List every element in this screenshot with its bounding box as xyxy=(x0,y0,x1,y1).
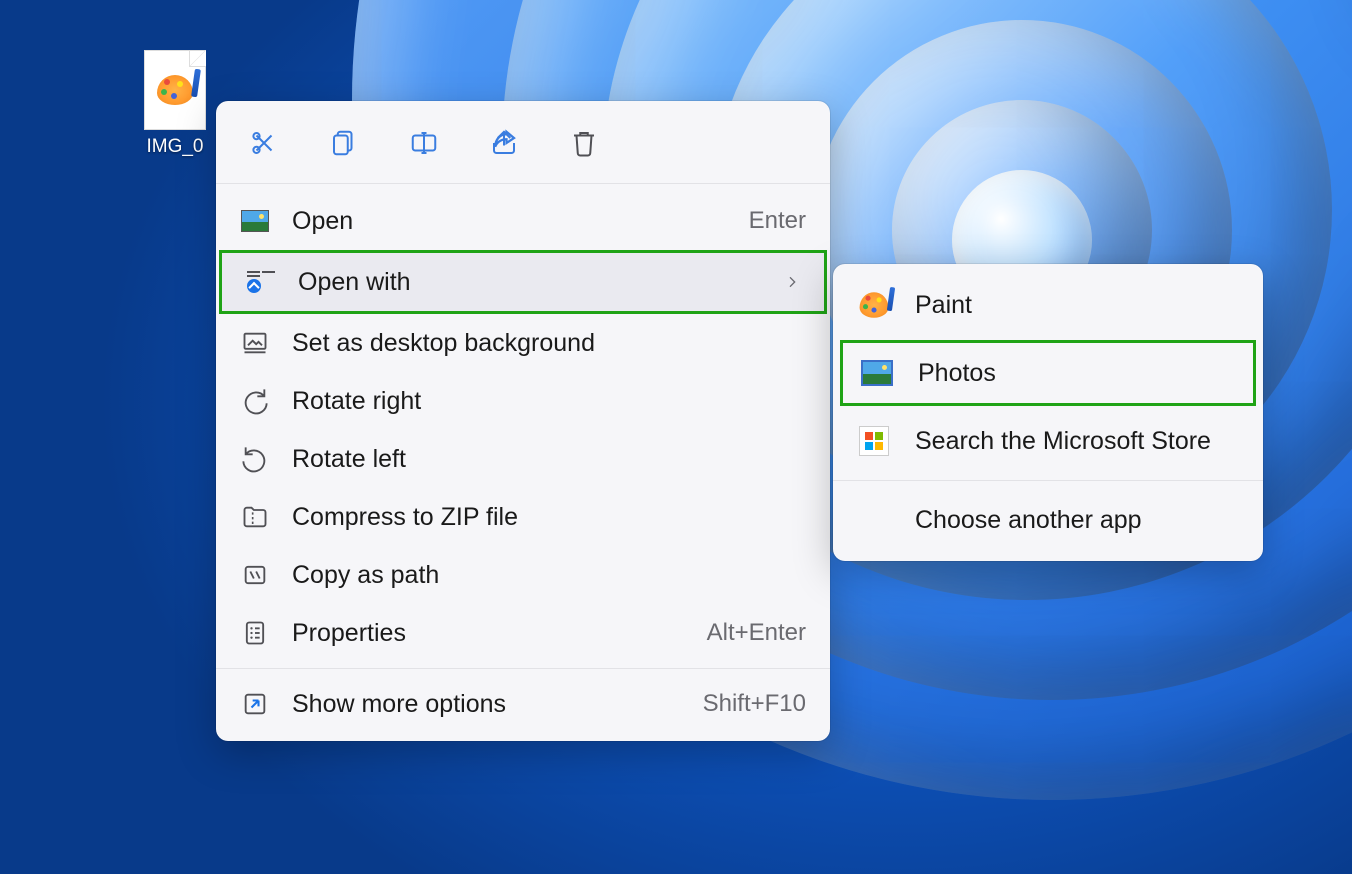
paint-app-icon xyxy=(857,288,891,322)
rotate-left-icon xyxy=(240,444,270,474)
open-with-icon xyxy=(246,267,276,297)
menu-open[interactable]: Open Enter xyxy=(216,192,830,250)
menu-open-with-label: Open with xyxy=(298,268,762,297)
copy-path-icon xyxy=(240,560,270,590)
rotate-right-icon xyxy=(240,386,270,416)
rename-icon xyxy=(409,128,439,158)
menu-set-background[interactable]: Set as desktop background xyxy=(216,314,830,372)
copy-icon xyxy=(329,128,359,158)
menu-set-bg-label: Set as desktop background xyxy=(292,329,806,358)
photos-app-icon xyxy=(860,356,894,390)
submenu-paint[interactable]: Paint xyxy=(833,272,1263,338)
menu-compress-zip[interactable]: Compress to ZIP file xyxy=(216,488,830,546)
show-more-icon xyxy=(240,689,270,719)
ms-store-icon xyxy=(857,424,891,458)
menu-copy-path[interactable]: Copy as path xyxy=(216,546,830,604)
menu-properties-label: Properties xyxy=(292,619,685,648)
submenu-photos-label: Photos xyxy=(918,359,996,388)
context-menu: Open Enter Open with Set as desktop back… xyxy=(216,101,830,741)
rename-button[interactable] xyxy=(406,125,442,161)
menu-compress-label: Compress to ZIP file xyxy=(292,503,806,532)
menu-open-label: Open xyxy=(292,207,727,236)
delete-button[interactable] xyxy=(566,125,602,161)
menu-rotate-left[interactable]: Rotate left xyxy=(216,430,830,488)
share-button[interactable] xyxy=(486,125,522,161)
menu-show-more-shortcut: Shift+F10 xyxy=(703,690,806,718)
file-label: IMG_0 xyxy=(130,136,220,158)
picture-icon xyxy=(240,206,270,236)
menu-show-more[interactable]: Show more options Shift+F10 xyxy=(216,675,830,733)
open-with-submenu: Paint Photos Search the Microsoft Store … xyxy=(833,264,1263,561)
trash-icon xyxy=(569,128,599,158)
desktop-file-icon[interactable]: IMG_0 xyxy=(130,50,220,158)
context-toolbar xyxy=(216,101,830,184)
blank-icon xyxy=(857,503,891,537)
cut-button[interactable] xyxy=(246,125,282,161)
menu-properties-shortcut: Alt+Enter xyxy=(707,619,806,647)
menu-properties[interactable]: Properties Alt+Enter xyxy=(216,604,830,662)
chevron-right-icon xyxy=(784,268,800,297)
file-icon xyxy=(144,50,206,130)
copy-button[interactable] xyxy=(326,125,362,161)
menu-items: Open Enter Open with Set as desktop back… xyxy=(216,184,830,741)
submenu-choose-label: Choose another app xyxy=(915,506,1142,535)
zip-icon xyxy=(240,502,270,532)
submenu-photos[interactable]: Photos xyxy=(840,340,1256,406)
scissors-icon xyxy=(249,128,279,158)
submenu-store-label: Search the Microsoft Store xyxy=(915,427,1211,456)
menu-open-shortcut: Enter xyxy=(749,207,806,235)
share-icon xyxy=(489,128,519,158)
menu-open-with[interactable]: Open with xyxy=(219,250,827,314)
submenu-paint-label: Paint xyxy=(915,291,972,320)
menu-separator xyxy=(216,668,830,669)
menu-rotate-right[interactable]: Rotate right xyxy=(216,372,830,430)
properties-icon xyxy=(240,618,270,648)
desktop-bg-icon xyxy=(240,328,270,358)
menu-rotate-left-label: Rotate left xyxy=(292,445,806,474)
submenu-search-store[interactable]: Search the Microsoft Store xyxy=(833,408,1263,474)
menu-show-more-label: Show more options xyxy=(292,690,681,719)
submenu-separator xyxy=(833,480,1263,481)
menu-rotate-right-label: Rotate right xyxy=(292,387,806,416)
menu-copy-path-label: Copy as path xyxy=(292,561,806,590)
submenu-choose-another[interactable]: Choose another app xyxy=(833,487,1263,553)
